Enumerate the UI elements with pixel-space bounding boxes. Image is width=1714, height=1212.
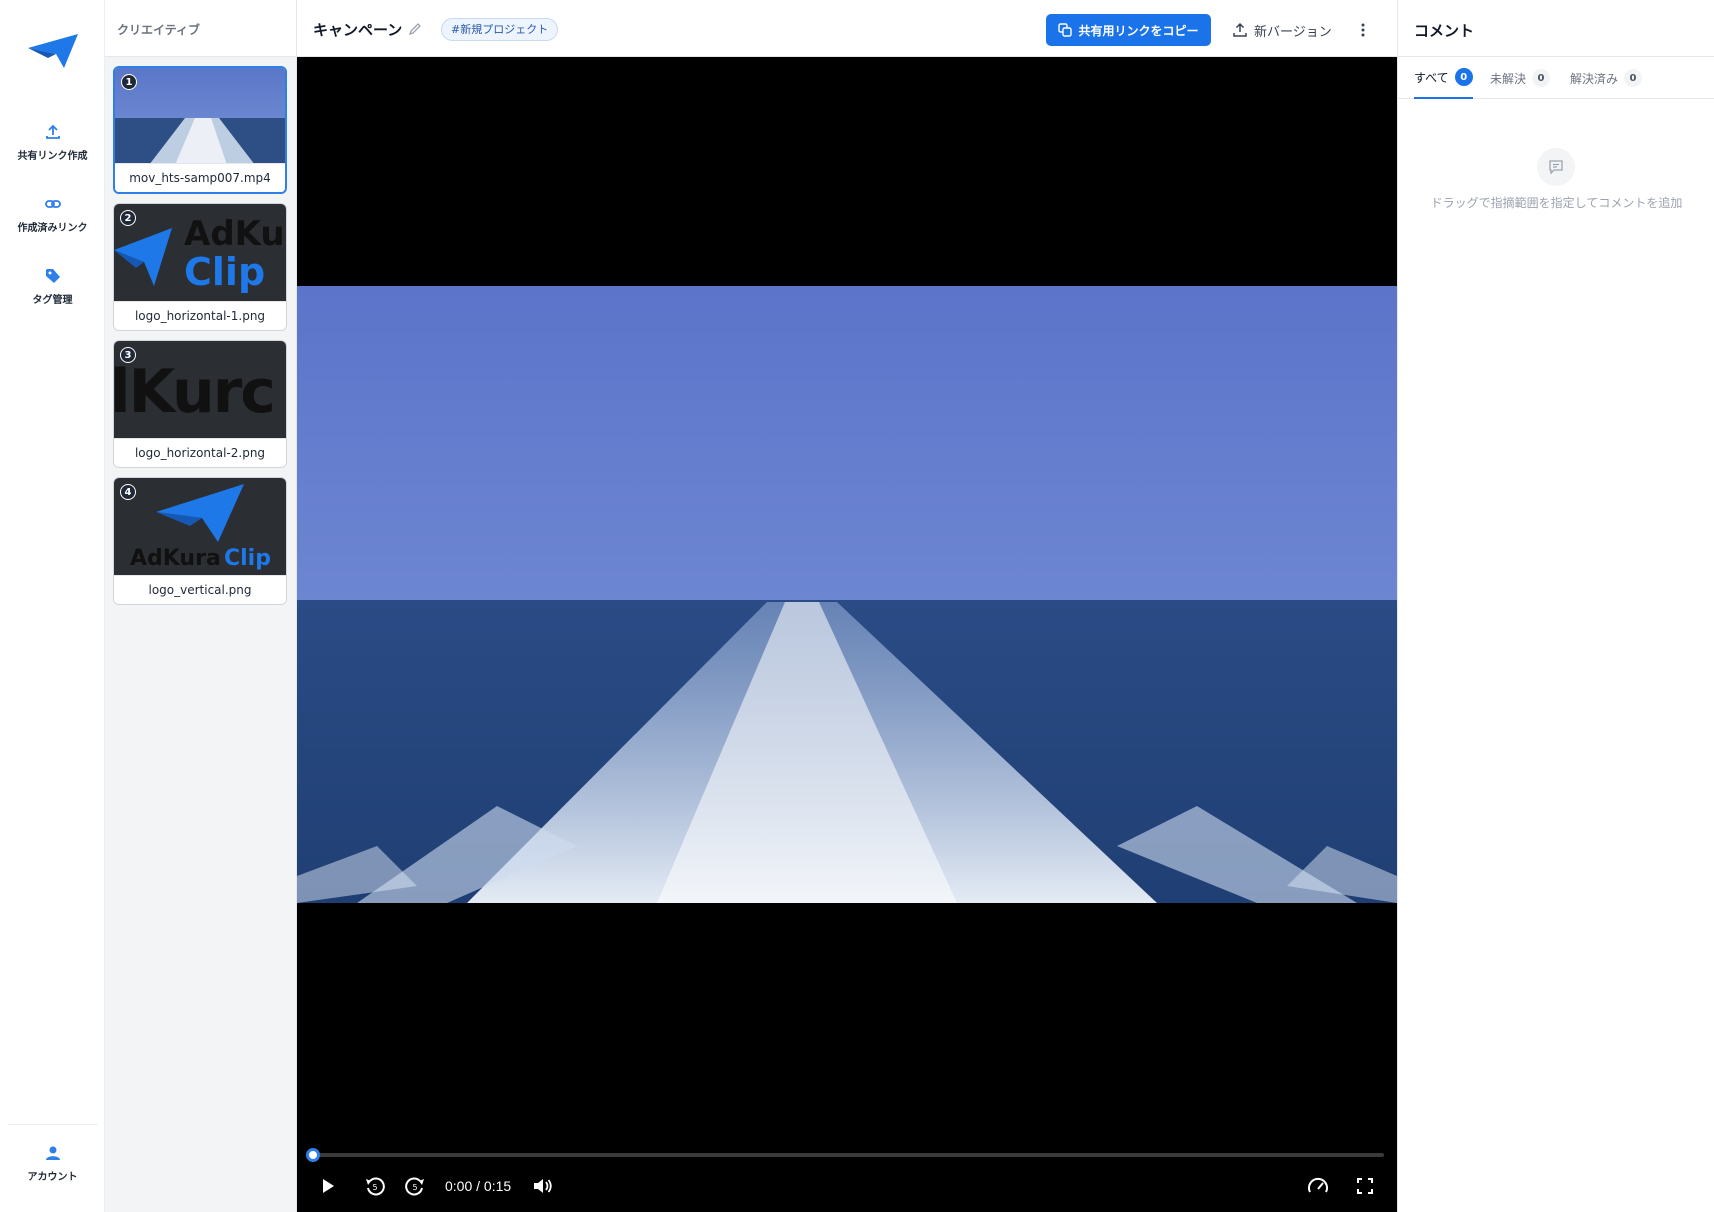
logo-icon bbox=[114, 228, 172, 286]
video-frame[interactable] bbox=[297, 286, 1397, 903]
playback-speed-button[interactable] bbox=[1305, 1173, 1331, 1199]
creative-number-badge: 2 bbox=[120, 210, 136, 226]
thumbnail-logo-text: lKurc bbox=[114, 357, 276, 427]
comments-title: コメント bbox=[1398, 0, 1714, 57]
nav-item-created-links[interactable]: 作成済みリンク bbox=[0, 187, 105, 247]
tab-all[interactable]: すべて 0 bbox=[1414, 57, 1473, 99]
creative-thumbnail: lKurc bbox=[114, 341, 286, 438]
upload-icon bbox=[1233, 22, 1247, 37]
svg-text:5: 5 bbox=[372, 1183, 377, 1192]
copy-icon bbox=[1058, 23, 1073, 37]
main-nav: 共有リンク作成 作成済みリンク タグ管理 アカウント bbox=[0, 0, 105, 1212]
tab-count-badge: 0 bbox=[1532, 69, 1551, 87]
speedometer-icon bbox=[1308, 1177, 1328, 1193]
time-display: 0:00 / 0:15 bbox=[445, 1178, 512, 1194]
creative-filename: logo_vertical.png bbox=[114, 575, 286, 604]
creative-card-3[interactable]: lKurc 3 logo_horizontal-2.png bbox=[113, 340, 287, 468]
svg-text:5: 5 bbox=[412, 1183, 417, 1192]
chat-bubble-icon bbox=[1549, 160, 1563, 175]
forward-5-button[interactable]: 5 bbox=[402, 1173, 428, 1199]
nav-item-create-share-link[interactable]: 共有リンク作成 bbox=[0, 115, 105, 175]
creative-filename: mov_hts-samp007.mp4 bbox=[115, 163, 285, 192]
creative-thumbnail: AdKura Clip bbox=[114, 478, 286, 575]
nav-item-label: 共有リンク作成 bbox=[17, 151, 88, 162]
tab-label: すべて bbox=[1414, 70, 1449, 85]
volume-button[interactable] bbox=[530, 1173, 556, 1199]
volume-icon bbox=[534, 1179, 552, 1193]
tab-unresolved[interactable]: 未解決 0 bbox=[1490, 57, 1551, 99]
comment-empty-icon bbox=[1537, 148, 1575, 186]
play-icon bbox=[323, 1179, 334, 1193]
nav-divider bbox=[8, 1124, 98, 1125]
thumbnail-logo-text: AdKura bbox=[130, 546, 221, 571]
creative-thumbnail: AdKur Clip bbox=[114, 204, 286, 301]
comment-empty-message: ドラッグで指摘範囲を指定してコメントを追加 bbox=[1430, 196, 1683, 210]
tab-label: 未解決 bbox=[1490, 71, 1527, 86]
comment-filter-tabs: すべて 0 未解決 0 解決済み 0 bbox=[1398, 57, 1714, 99]
copy-share-link-label: 共有用リンクをコピー bbox=[1078, 23, 1199, 38]
seek-bar[interactable] bbox=[306, 1148, 1384, 1162]
tab-count-badge: 0 bbox=[1624, 69, 1643, 87]
project-title: キャンペーン bbox=[313, 21, 403, 39]
fullscreen-button[interactable] bbox=[1352, 1173, 1378, 1199]
creative-card-4[interactable]: AdKura Clip 4 logo_vertical.png bbox=[113, 477, 287, 605]
video-player[interactable]: 5 5 0:00 / 0:15 bbox=[297, 57, 1397, 1212]
rewind-5-button[interactable]: 5 bbox=[362, 1173, 388, 1199]
project-header: キャンペーン #新規プロジェクト 共有用リンクをコピー 新バージョン bbox=[297, 0, 1397, 57]
fast-forward-icon: 5 bbox=[405, 1177, 424, 1196]
creative-number-badge: 4 bbox=[120, 484, 136, 500]
thumbnail-logo-text: Clip bbox=[224, 546, 271, 571]
play-button[interactable] bbox=[315, 1173, 341, 1199]
rewind-icon: 5 bbox=[366, 1177, 385, 1196]
pencil-icon[interactable] bbox=[407, 21, 423, 37]
new-version-label: 新バージョン bbox=[1254, 24, 1332, 40]
nav-item-tag-management[interactable]: タグ管理 bbox=[0, 259, 105, 319]
more-vertical-icon bbox=[1361, 23, 1365, 37]
comments-panel: コメント すべて 0 未解決 0 解決済み 0 ドラッグで指摘範囲を指定してコメ… bbox=[1397, 0, 1714, 1212]
nav-item-label: アカウント bbox=[27, 1172, 78, 1183]
tab-count-badge: 0 bbox=[1454, 68, 1473, 86]
nav-item-label: タグ管理 bbox=[32, 295, 73, 306]
creative-number-badge: 3 bbox=[120, 347, 136, 363]
seek-handle[interactable] bbox=[306, 1148, 320, 1162]
logo-icon bbox=[156, 484, 244, 542]
tag-icon bbox=[45, 269, 60, 283]
more-options-button[interactable] bbox=[1352, 18, 1374, 42]
tab-label: 解決済み bbox=[1570, 71, 1619, 86]
thumbnail-logo-text: AdKur bbox=[184, 214, 286, 254]
upload-icon bbox=[45, 124, 60, 139]
copy-share-link-button[interactable]: 共有用リンクをコピー bbox=[1046, 14, 1211, 46]
creative-list-header: クリエイティブ bbox=[105, 0, 296, 57]
link-icon bbox=[44, 200, 61, 208]
creative-card-2[interactable]: AdKur Clip 2 logo_horizontal-1.png bbox=[113, 203, 287, 331]
thumbnail-logo-text: Clip bbox=[184, 250, 266, 294]
tab-resolved[interactable]: 解決済み 0 bbox=[1570, 57, 1643, 99]
creative-number-badge: 1 bbox=[121, 74, 137, 90]
creative-card-1[interactable]: 1 mov_hts-samp007.mp4 bbox=[113, 66, 287, 194]
creative-filename: logo_horizontal-2.png bbox=[114, 438, 286, 467]
creative-thumbnail bbox=[115, 68, 285, 165]
app-logo-icon[interactable] bbox=[26, 32, 80, 72]
fullscreen-icon bbox=[1357, 1178, 1373, 1194]
nav-item-account[interactable]: アカウント bbox=[0, 1136, 105, 1196]
new-version-button[interactable]: 新バージョン bbox=[1232, 14, 1332, 46]
project-tag[interactable]: #新規プロジェクト bbox=[441, 18, 559, 41]
creative-list-panel: クリエイティブ 1 mov_hts-samp007.mp4 AdKu Clip … bbox=[105, 0, 297, 1212]
user-icon bbox=[45, 1146, 60, 1160]
creative-filename: logo_horizontal-1.png bbox=[114, 301, 286, 330]
nav-item-label: 作成済みリンク bbox=[17, 223, 88, 234]
